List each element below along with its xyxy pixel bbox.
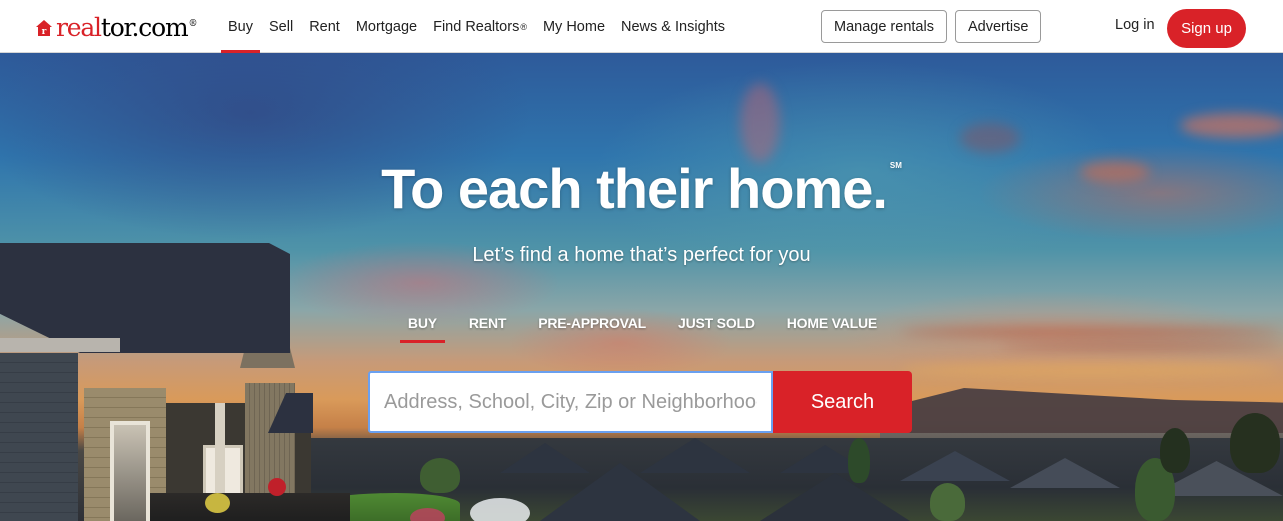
realtor-logo[interactable]: r realtor.com® <box>35 12 197 42</box>
nav-mortgage[interactable]: Mortgage <box>356 0 417 53</box>
svg-text:r: r <box>42 27 47 37</box>
nav-buy[interactable]: Buy <box>221 0 260 53</box>
house-logo-icon: r <box>36 20 52 37</box>
search-tab-buy[interactable]: BUY <box>399 315 445 343</box>
login-link[interactable]: Log in <box>1115 17 1155 33</box>
search-tab-home-value[interactable]: HOME VALUE <box>787 315 878 331</box>
location-search-input[interactable] <box>368 371 773 433</box>
search-tab-just-sold[interactable]: JUST SOLD <box>678 315 755 331</box>
service-mark: SM <box>889 161 902 170</box>
search-tab-rent[interactable]: RENT <box>469 315 507 331</box>
nav-rent[interactable]: Rent <box>309 0 340 53</box>
nav-sell[interactable]: Sell <box>269 0 293 53</box>
nav-find-realtors[interactable]: Find Realtors ® <box>433 0 527 53</box>
signup-button[interactable]: Sign up <box>1167 9 1246 48</box>
site-header: r realtor.com® Buy Sell Rent Mortgage Fi… <box>0 0 1283 53</box>
nav-my-home[interactable]: My Home <box>543 0 605 53</box>
search-button[interactable]: Search <box>773 371 912 433</box>
advertise-button[interactable]: Advertise <box>955 10 1042 43</box>
logo-wordmark: realtor.com® <box>56 12 197 42</box>
nav-news-insights[interactable]: News & Insights <box>621 0 725 53</box>
manage-rentals-button[interactable]: Manage rentals <box>821 10 947 43</box>
hero-section: To each their home. SM Let’s find a home … <box>0 53 1283 521</box>
hero-subtitle: Let’s find a home that’s perfect for you <box>472 244 811 266</box>
search-tabs: BUY RENT PRE-APPROVAL JUST SOLD HOME VAL… <box>0 315 1283 343</box>
hero-title: To each their home. SM <box>381 157 902 220</box>
main-nav: Buy Sell Rent Mortgage Find Realtors ® My… <box>221 0 741 53</box>
search-tab-pre-approval[interactable]: PRE-APPROVAL <box>538 315 646 331</box>
